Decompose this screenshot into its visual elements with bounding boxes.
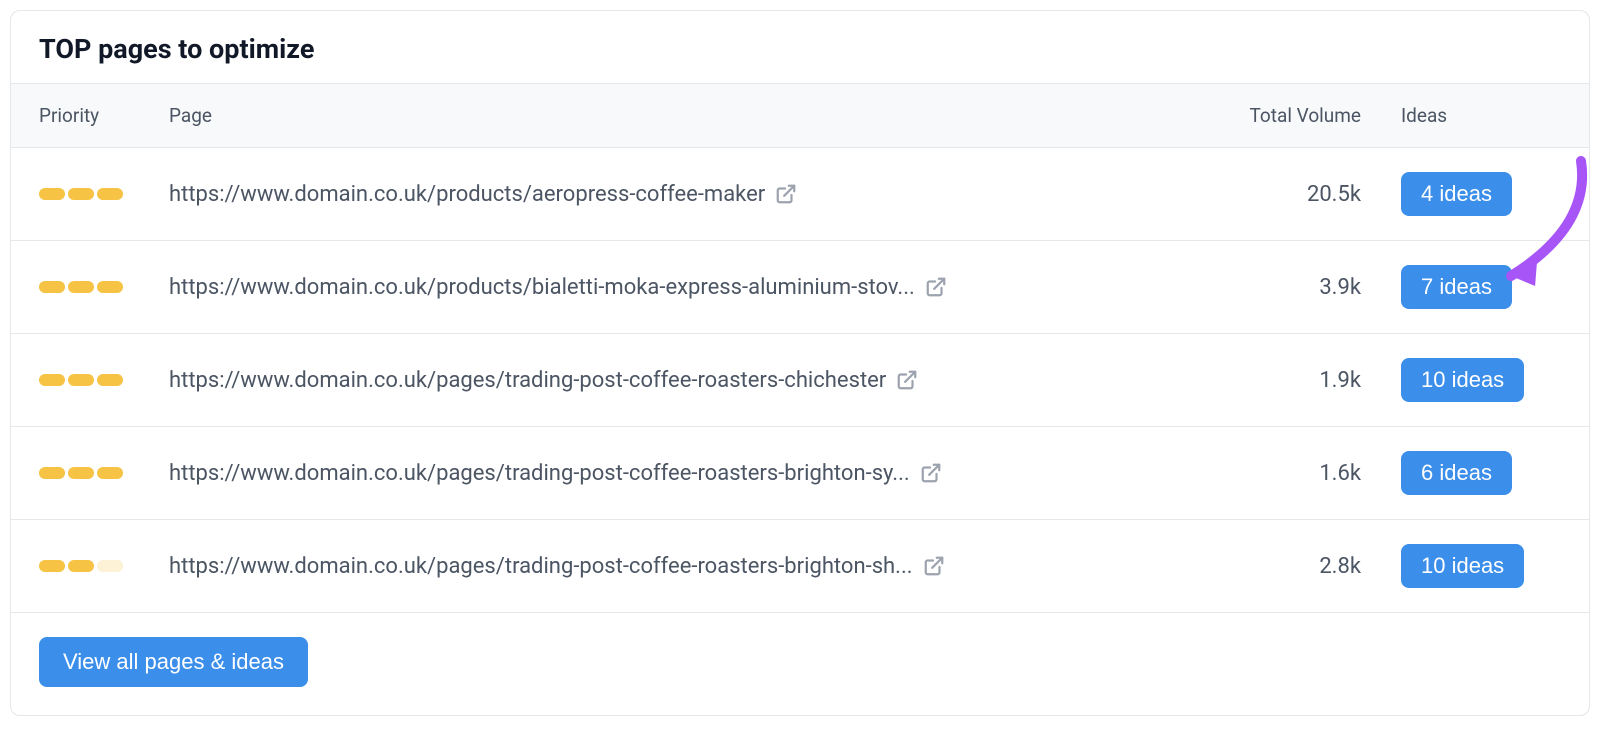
volume-cell: 1.9k [1231,368,1401,393]
header-volume: Total Volume [1231,104,1401,127]
table-row: https://www.domain.co.uk/pages/trading-p… [11,427,1589,520]
priority-bar-segment [39,467,65,479]
page-cell: https://www.domain.co.uk/products/bialet… [169,275,1231,300]
external-link-icon[interactable] [923,555,945,577]
page-link[interactable]: https://www.domain.co.uk/products/aeropr… [169,182,797,207]
page-url-text: https://www.domain.co.uk/products/aeropr… [169,182,765,207]
header-priority: Priority [39,104,169,127]
table-row: https://www.domain.co.uk/products/aeropr… [11,148,1589,241]
priority-bar-segment [97,560,123,572]
page-url-text: https://www.domain.co.uk/pages/trading-p… [169,461,910,486]
priority-bar-segment [39,281,65,293]
header-page: Page [169,104,1231,127]
table-row: https://www.domain.co.uk/products/bialet… [11,241,1589,334]
ideas-cell: 10 ideas [1401,544,1561,588]
external-link-icon[interactable] [775,183,797,205]
page-link[interactable]: https://www.domain.co.uk/pages/trading-p… [169,554,945,579]
table-row: https://www.domain.co.uk/pages/trading-p… [11,520,1589,613]
volume-value: 20.5k [1307,182,1361,207]
card-title: TOP pages to optimize [11,11,1589,83]
volume-cell: 20.5k [1231,182,1401,207]
priority-bar-segment [68,560,94,572]
page-link[interactable]: https://www.domain.co.uk/products/bialet… [169,275,947,300]
priority-cell [39,374,169,386]
priority-bar-segment [97,374,123,386]
page-url-text: https://www.domain.co.uk/pages/trading-p… [169,368,886,393]
page-url-text: https://www.domain.co.uk/pages/trading-p… [169,554,913,579]
volume-cell: 2.8k [1231,554,1401,579]
priority-cell [39,560,169,572]
page-cell: https://www.domain.co.uk/pages/trading-p… [169,461,1231,486]
priority-bar-segment [39,374,65,386]
header-ideas: Ideas [1401,104,1561,127]
priority-bar-segment [97,281,123,293]
priority-cell [39,281,169,293]
ideas-button[interactable]: 4 ideas [1401,172,1512,216]
page-cell: https://www.domain.co.uk/pages/trading-p… [169,368,1231,393]
priority-indicator [39,560,169,572]
volume-value: 1.6k [1319,461,1361,486]
external-link-icon[interactable] [925,276,947,298]
card-footer: View all pages & ideas [11,613,1589,715]
view-all-button[interactable]: View all pages & ideas [39,637,308,687]
ideas-cell: 7 ideas [1401,265,1561,309]
ideas-button[interactable]: 10 ideas [1401,358,1524,402]
page-link[interactable]: https://www.domain.co.uk/pages/trading-p… [169,368,918,393]
volume-cell: 1.6k [1231,461,1401,486]
external-link-icon[interactable] [896,369,918,391]
priority-bar-segment [68,374,94,386]
priority-cell [39,188,169,200]
volume-value: 3.9k [1319,275,1361,300]
priority-bar-segment [39,560,65,572]
external-link-icon[interactable] [920,462,942,484]
priority-bar-segment [97,467,123,479]
ideas-button[interactable]: 10 ideas [1401,544,1524,588]
table-row: https://www.domain.co.uk/pages/trading-p… [11,334,1589,427]
ideas-cell: 6 ideas [1401,451,1561,495]
top-pages-card: TOP pages to optimize Priority Page Tota… [10,10,1590,716]
priority-indicator [39,188,169,200]
priority-bar-segment [68,188,94,200]
priority-bar-segment [39,188,65,200]
page-cell: https://www.domain.co.uk/pages/trading-p… [169,554,1231,579]
ideas-cell: 4 ideas [1401,172,1561,216]
volume-value: 1.9k [1319,368,1361,393]
priority-indicator [39,467,169,479]
priority-bar-segment [68,467,94,479]
volume-cell: 3.9k [1231,275,1401,300]
page-cell: https://www.domain.co.uk/products/aeropr… [169,182,1231,207]
priority-bar-segment [68,281,94,293]
priority-indicator [39,374,169,386]
ideas-button[interactable]: 6 ideas [1401,451,1512,495]
priority-indicator [39,281,169,293]
ideas-button[interactable]: 7 ideas [1401,265,1512,309]
table-body: https://www.domain.co.uk/products/aeropr… [11,148,1589,613]
ideas-cell: 10 ideas [1401,358,1561,402]
page-link[interactable]: https://www.domain.co.uk/pages/trading-p… [169,461,942,486]
priority-cell [39,467,169,479]
table-header: Priority Page Total Volume Ideas [11,83,1589,148]
volume-value: 2.8k [1319,554,1361,579]
priority-bar-segment [97,188,123,200]
page-url-text: https://www.domain.co.uk/products/bialet… [169,275,915,300]
